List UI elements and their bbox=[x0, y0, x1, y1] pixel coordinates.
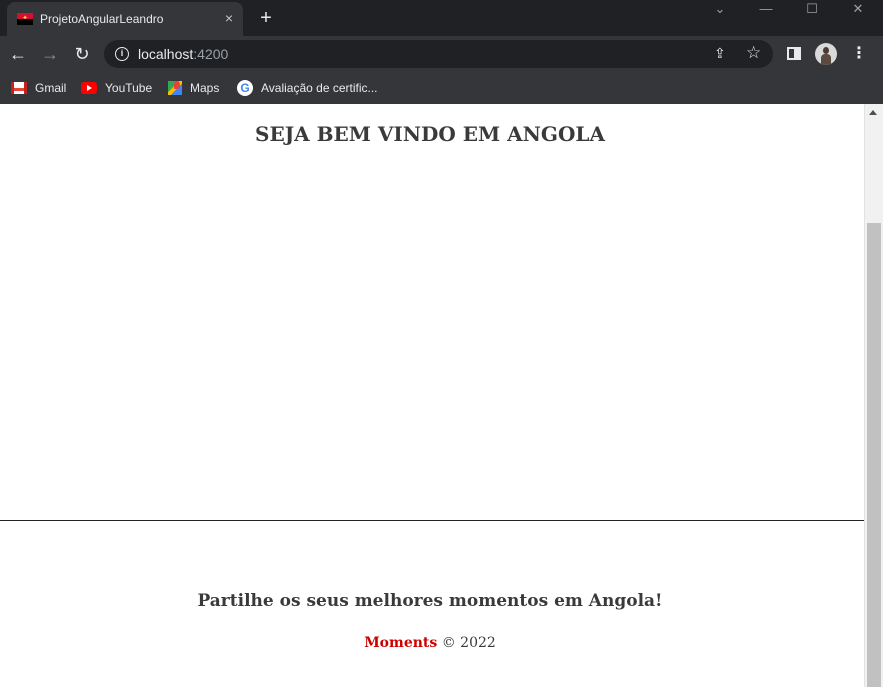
scroll-up-arrow-icon[interactable] bbox=[869, 110, 877, 115]
angola-flag-icon: ✦ bbox=[17, 13, 33, 25]
brand-name: Moments bbox=[364, 635, 438, 651]
browser-tab[interactable]: ✦ ProjetoAngularLeandro × bbox=[7, 2, 243, 36]
scrollbar-thumb[interactable] bbox=[867, 223, 881, 687]
forward-button[interactable]: → bbox=[37, 41, 63, 67]
bookmark-star-icon[interactable]: ☆ bbox=[746, 43, 761, 63]
url-text[interactable]: localhost:4200 bbox=[138, 46, 228, 62]
footer-copyright: Moments © 2022 bbox=[0, 635, 860, 651]
minimize-button[interactable]: — bbox=[743, 0, 789, 18]
site-info-icon[interactable]: i bbox=[115, 47, 129, 61]
tab-title: ProjetoAngularLeandro bbox=[40, 12, 164, 26]
copyright-year: © 2022 bbox=[437, 635, 496, 651]
bookmark-certificate[interactable]: Avaliação de certific... bbox=[237, 79, 378, 97]
bookmark-maps[interactable]: Maps bbox=[168, 79, 219, 97]
back-button[interactable]: ← bbox=[5, 41, 31, 67]
reload-button[interactable]: ↻ bbox=[69, 41, 95, 67]
new-tab-button[interactable]: + bbox=[254, 6, 278, 30]
share-icon[interactable]: ⇪ bbox=[714, 45, 726, 62]
profile-avatar[interactable] bbox=[815, 43, 837, 65]
browser-toolbar: ← → ↻ i localhost:4200 ⇪ ☆ bbox=[0, 36, 883, 72]
footer-divider bbox=[0, 520, 864, 521]
google-icon bbox=[237, 79, 253, 96]
page-viewport: SEJA BEM VINDO EM ANGOLA Partilhe os seu… bbox=[0, 104, 864, 687]
footer-tagline: Partilhe os seus melhores momentos em An… bbox=[197, 591, 663, 611]
gmail-icon bbox=[11, 81, 27, 94]
close-tab-icon[interactable]: × bbox=[221, 10, 237, 26]
browser-menu-icon[interactable]: ⋮ bbox=[849, 44, 869, 64]
address-bar[interactable]: i localhost:4200 ⇪ ☆ bbox=[104, 40, 773, 68]
page-heading: SEJA BEM VINDO EM ANGOLA bbox=[255, 122, 605, 146]
maximize-button[interactable]: ☐ bbox=[789, 0, 835, 18]
page-scrollbar[interactable] bbox=[864, 104, 883, 687]
close-window-button[interactable]: ✕ bbox=[835, 0, 881, 18]
tab-search-icon[interactable]: ⌄ bbox=[697, 0, 743, 18]
bookmarks-bar: Gmail YouTube Maps Avaliação de certific… bbox=[0, 72, 883, 104]
tab-strip: ✦ ProjetoAngularLeandro × + ⌄ — ☐ ✕ bbox=[0, 0, 883, 36]
side-panel-icon[interactable] bbox=[787, 47, 801, 60]
youtube-icon bbox=[81, 81, 97, 94]
bookmark-gmail[interactable]: Gmail bbox=[11, 79, 66, 97]
maps-icon bbox=[168, 80, 182, 95]
bookmark-youtube[interactable]: YouTube bbox=[81, 79, 152, 97]
